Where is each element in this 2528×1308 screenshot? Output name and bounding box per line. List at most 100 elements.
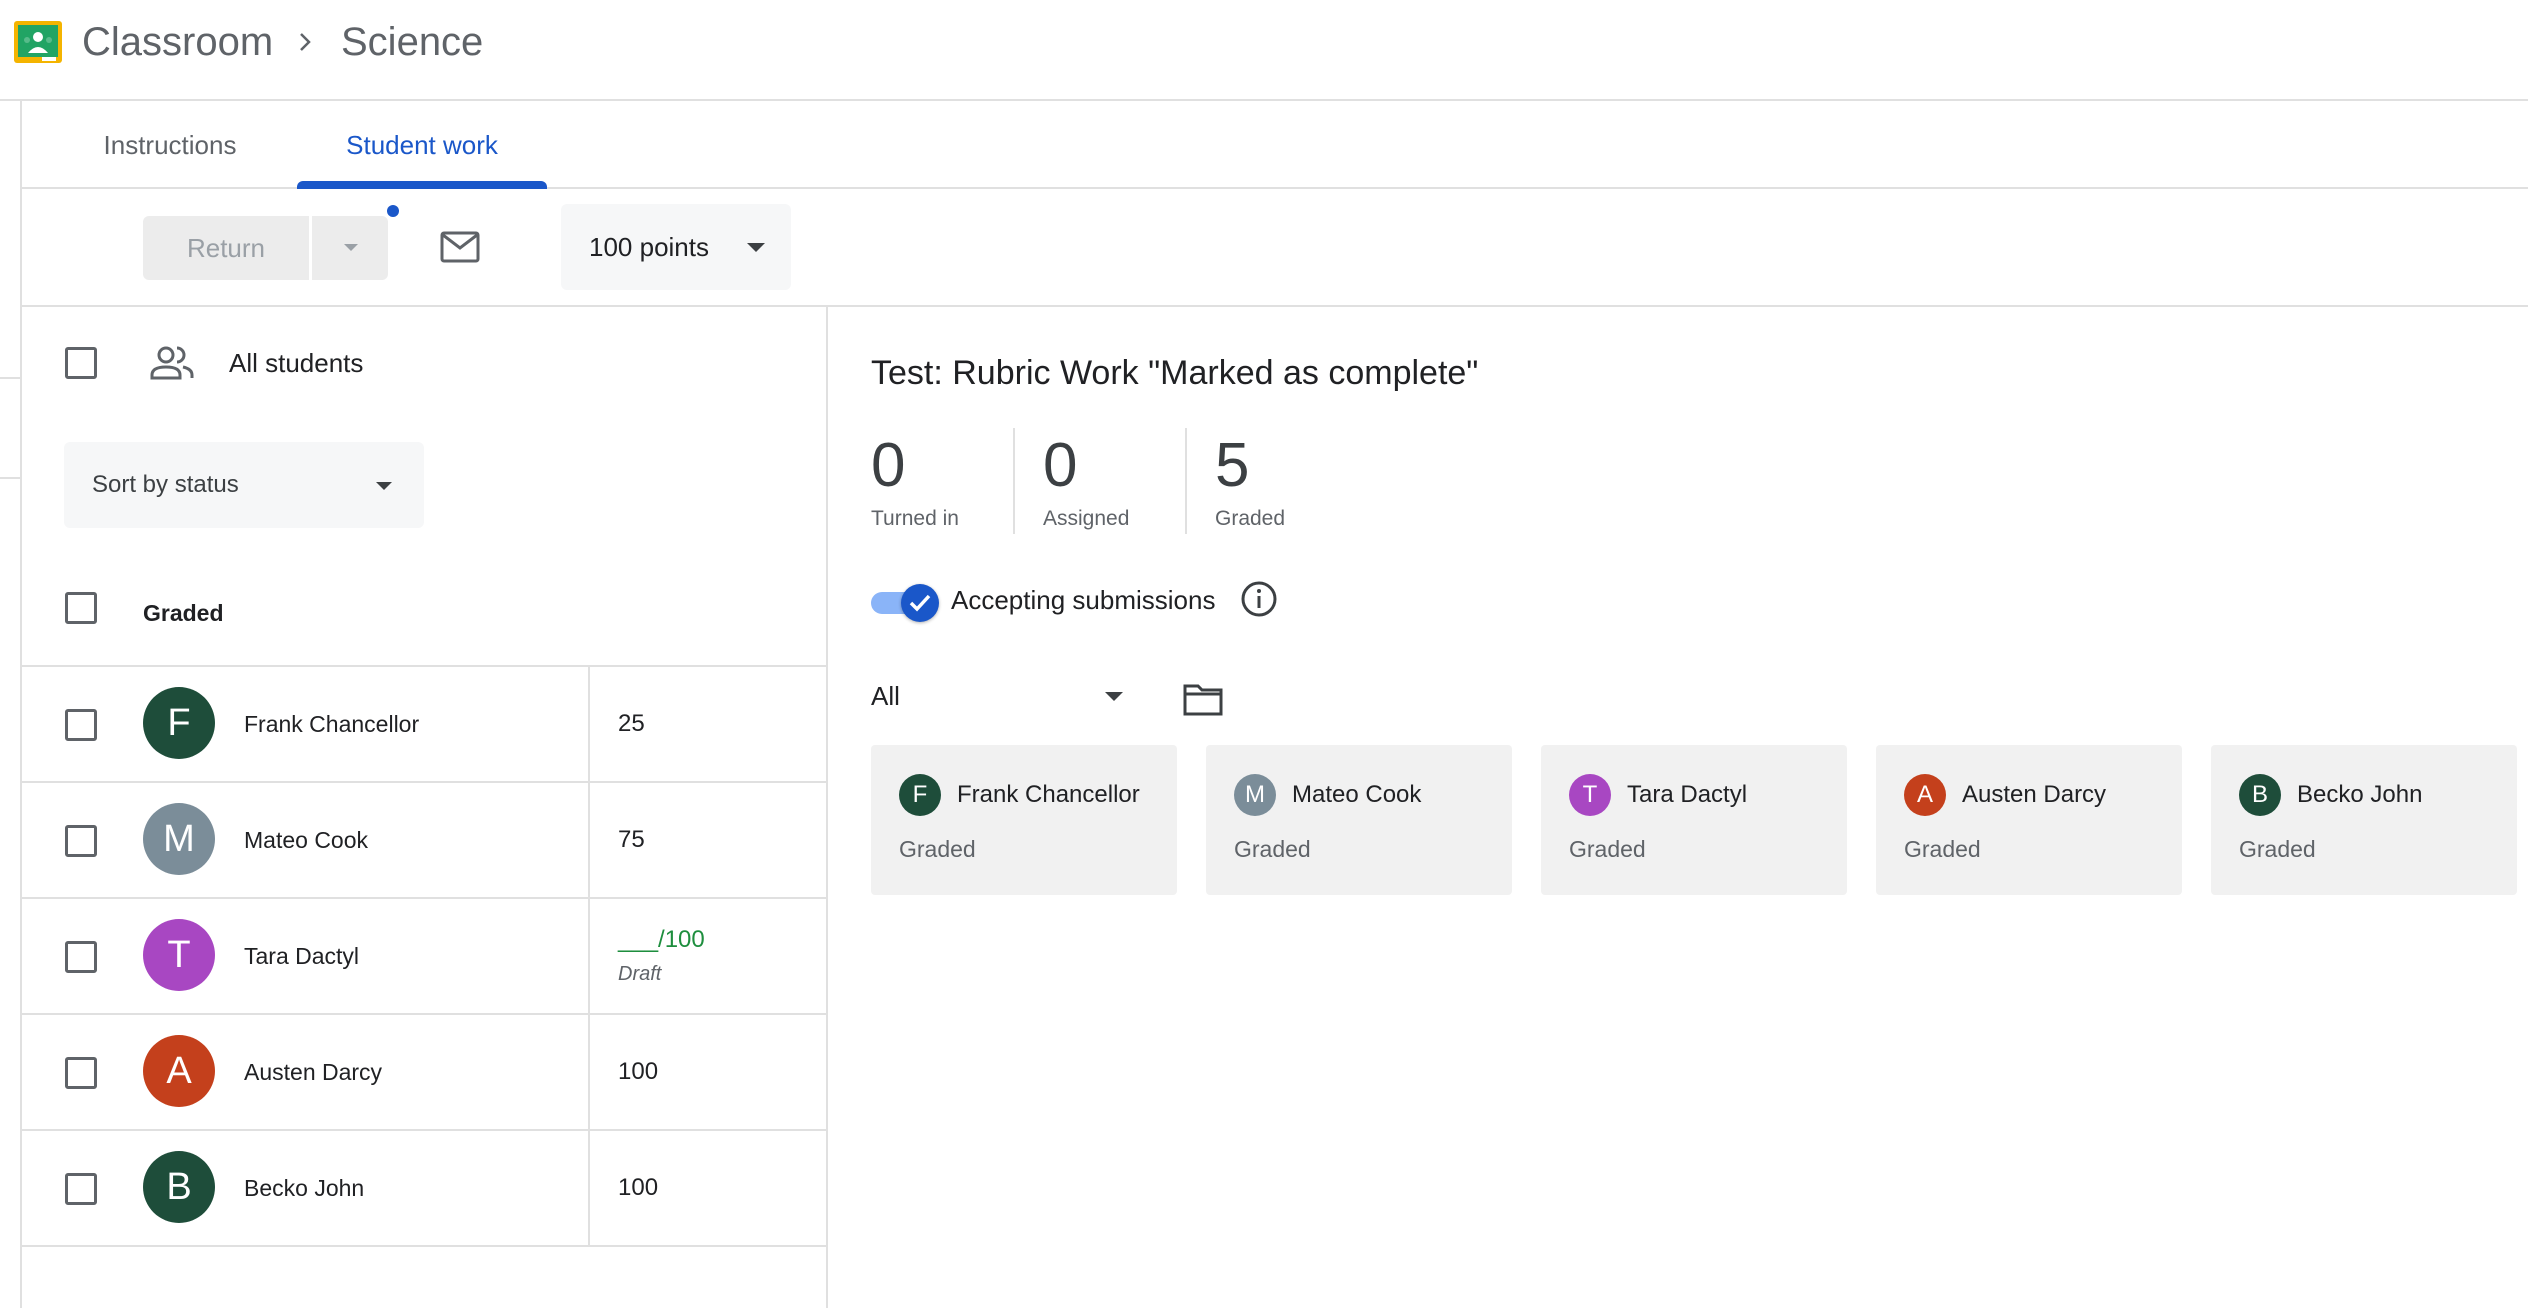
stat-label: Assigned	[1043, 507, 1130, 530]
accepting-submissions-label: Accepting submissions	[951, 585, 1216, 615]
notification-dot	[387, 205, 399, 217]
avatar: T	[143, 919, 215, 991]
student-name[interactable]: Austen Darcy	[244, 1055, 382, 1089]
accepting-submissions-toggle[interactable]	[871, 584, 939, 622]
student-name[interactable]: Tara Dactyl	[244, 939, 359, 973]
assignment-title: Test: Rubric Work "Marked as complete"	[871, 354, 1479, 392]
draft-label: Draft	[618, 963, 662, 985]
caret-down-icon	[747, 243, 765, 252]
select-all-checkbox[interactable]	[65, 347, 97, 379]
active-tab-indicator	[297, 181, 547, 189]
student-card-status: Graded	[1234, 836, 1311, 862]
divider	[588, 1015, 590, 1131]
student-card-name: Frank Chancellor	[957, 781, 1140, 808]
divider	[588, 667, 590, 783]
return-button[interactable]: Return	[143, 216, 309, 280]
toolbar: Return 100 points	[22, 189, 2528, 307]
avatar: M	[143, 803, 215, 875]
stat-value: 0	[1043, 431, 1078, 500]
student-card-name: Austen Darcy	[1962, 781, 2107, 808]
avatar: F	[143, 687, 215, 759]
student-grade[interactable]: 100	[618, 1171, 658, 1205]
student-card[interactable]: A Austen Darcy Graded	[1876, 745, 2182, 895]
folder-icon[interactable]	[1183, 682, 1223, 716]
all-students-label[interactable]: All students	[229, 345, 363, 381]
avatar: A	[1904, 774, 1946, 816]
student-card-name: Mateo Cook	[1292, 781, 1422, 808]
divider	[1185, 428, 1187, 534]
check-icon	[909, 594, 931, 612]
stat-assigned: 0 Assigned	[1043, 430, 1129, 534]
tab-bar: Instructions Student work	[22, 101, 2528, 189]
student-row[interactable]: F Frank Chancellor 25	[22, 665, 828, 783]
student-checkbox[interactable]	[65, 1057, 97, 1089]
filter-select[interactable]: All	[871, 676, 1135, 722]
tab-instructions[interactable]: Instructions	[80, 101, 260, 189]
chevron-right-icon	[300, 33, 311, 51]
divider	[1013, 428, 1015, 534]
divider	[0, 377, 22, 379]
avatar: A	[143, 1035, 215, 1107]
student-card-status: Graded	[2239, 836, 2316, 862]
student-grade-input[interactable]: ___/100	[618, 923, 705, 957]
student-row[interactable]: M Mateo Cook 75	[22, 781, 828, 899]
top-bar: Classroom Science	[0, 0, 2528, 101]
caret-down-icon	[344, 244, 358, 251]
student-checkbox[interactable]	[65, 941, 97, 973]
classroom-logo-icon[interactable]	[14, 21, 62, 63]
people-icon	[150, 346, 194, 380]
tab-student-work[interactable]: Student work	[297, 101, 547, 189]
student-grade[interactable]: 25	[618, 707, 645, 741]
student-card[interactable]: F Frank Chancellor Graded	[871, 745, 1177, 895]
sort-select[interactable]: Sort by status	[64, 442, 424, 528]
student-card-status: Graded	[1904, 836, 1981, 862]
divider	[22, 1245, 828, 1247]
breadcrumb-classroom[interactable]: Classroom	[82, 18, 273, 66]
student-card[interactable]: M Mateo Cook Graded	[1206, 745, 1512, 895]
select-group-checkbox[interactable]	[65, 592, 97, 624]
student-card-name: Becko John	[2297, 781, 2423, 808]
filter-select-value: All	[871, 681, 900, 711]
student-name[interactable]: Frank Chancellor	[244, 707, 419, 741]
student-card[interactable]: B Becko John Graded	[2211, 745, 2517, 895]
student-list-panel: All students Sort by status Graded F Fra…	[22, 307, 828, 1308]
stat-value: 5	[1215, 431, 1250, 500]
divider	[588, 783, 590, 899]
student-card-name: Tara Dactyl	[1627, 781, 1748, 808]
avatar: M	[1234, 774, 1276, 816]
breadcrumb-science[interactable]: Science	[341, 18, 483, 66]
student-card-status: Graded	[899, 836, 976, 862]
avatar: T	[1569, 774, 1611, 816]
student-checkbox[interactable]	[65, 1173, 97, 1205]
info-icon[interactable]	[1240, 580, 1278, 618]
stat-turned-in: 0 Turned in	[871, 430, 959, 534]
stat-value: 0	[871, 431, 906, 500]
divider	[0, 477, 22, 479]
student-card[interactable]: T Tara Dactyl Graded	[1541, 745, 1847, 895]
group-header-graded: Graded	[143, 600, 224, 626]
email-icon[interactable]	[440, 231, 480, 263]
return-dropdown-button[interactable]	[312, 216, 388, 280]
student-grade[interactable]: 100	[618, 1055, 658, 1089]
stat-graded: 5 Graded	[1215, 430, 1285, 534]
divider	[588, 899, 590, 1015]
caret-down-icon	[1105, 692, 1123, 701]
caret-down-icon	[376, 482, 392, 490]
student-name[interactable]: Becko John	[244, 1171, 364, 1205]
points-select-value: 100 points	[589, 232, 709, 262]
student-row[interactable]: B Becko John 100	[22, 1129, 828, 1247]
divider	[588, 1131, 590, 1247]
student-card-status: Graded	[1569, 836, 1646, 862]
student-checkbox[interactable]	[65, 825, 97, 857]
student-checkbox[interactable]	[65, 709, 97, 741]
toggle-knob	[901, 584, 939, 622]
student-grade[interactable]: 75	[618, 823, 645, 857]
side-strip	[0, 101, 22, 1308]
points-select[interactable]: 100 points	[561, 204, 791, 290]
avatar: B	[143, 1151, 215, 1223]
student-row[interactable]: T Tara Dactyl ___/100 Draft	[22, 897, 828, 1015]
stat-label: Graded	[1215, 507, 1286, 530]
sort-select-value: Sort by status	[92, 471, 239, 498]
student-row[interactable]: A Austen Darcy 100	[22, 1013, 828, 1131]
student-name[interactable]: Mateo Cook	[244, 823, 368, 857]
